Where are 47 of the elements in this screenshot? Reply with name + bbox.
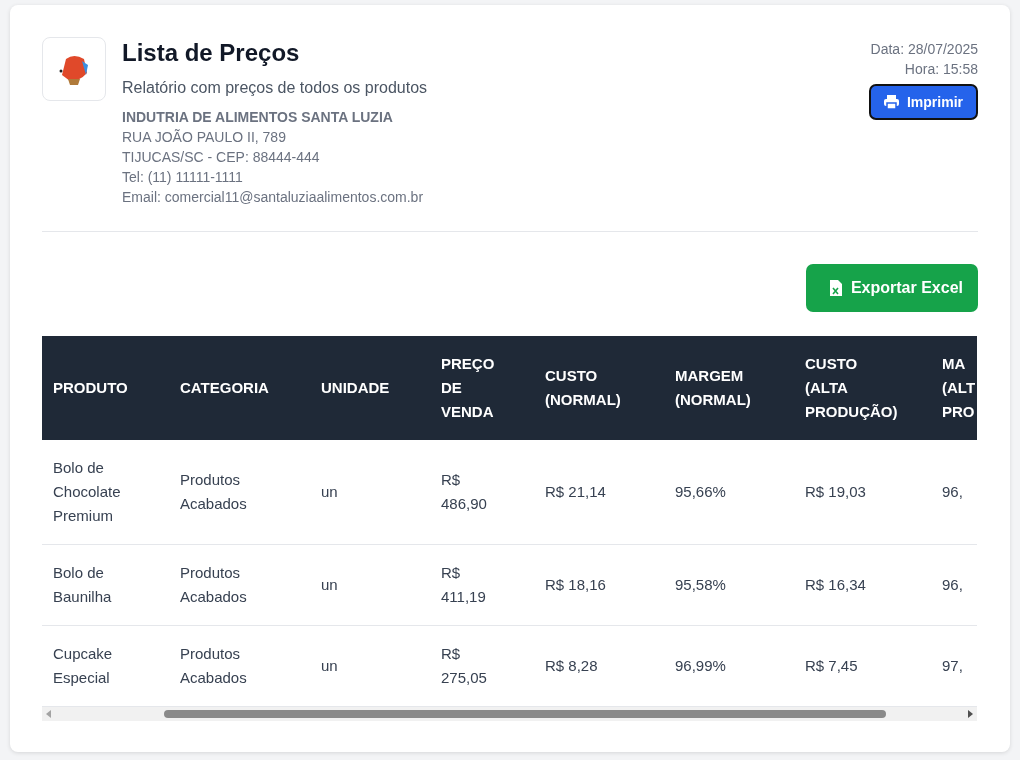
table-cell-text: 96, <box>942 482 963 502</box>
table-cell-text: R$ 18,16 <box>545 575 606 595</box>
printer-icon <box>884 95 899 109</box>
excel-file-icon <box>829 280 842 296</box>
report-subtitle: Relatório com preços de todos os produtos <box>122 79 429 97</box>
report-date: Data: 28/07/2025 <box>870 40 978 59</box>
column-header: UNIDADE <box>321 378 390 398</box>
table-cell-text: Produtos Acabados <box>180 470 248 514</box>
report-time: Hora: 15:58 <box>904 60 978 79</box>
table-cell-text: 97, <box>942 656 963 676</box>
company-info-line: Tel: (11) 11111-1111 <box>122 168 244 187</box>
table-cell-text: R$ 19,03 <box>805 482 866 502</box>
table-cell-text: Produtos Acabados <box>180 563 248 607</box>
table-cell-text: R$ 275,05 <box>441 644 488 688</box>
table-cell-text: un <box>321 482 338 502</box>
column-header: PRODUTO <box>53 378 128 398</box>
company-info-line: Email: comercial11@santaluziaalimentos.com.br <box>122 188 425 207</box>
print-button[interactable]: Imprimir <box>869 84 978 120</box>
table-cell-text: un <box>321 656 338 676</box>
table-cell-text: Produtos Acabados <box>180 644 248 688</box>
table-cell-text: un <box>321 575 338 595</box>
table-cell-text: R$ 21,14 <box>545 482 606 502</box>
table-cell-text: 96, <box>942 575 963 595</box>
column-header: MA (ALT PRO <box>942 354 977 422</box>
table-cell-text: Bolo de Chocolate Premium <box>53 458 122 526</box>
column-header: PREÇO DE VENDA <box>441 354 496 422</box>
company-info-line: TIJUCAS/SC - CEP: 88444-444 <box>122 148 321 167</box>
table-cell-text: Bolo de Baunilha <box>53 563 113 607</box>
table-cell-text: 96,99% <box>675 656 726 676</box>
table-cell-text: R$ 486,90 <box>441 470 488 514</box>
report-title: Lista de Preços <box>122 39 301 67</box>
column-header: MARGEM (NORMAL) <box>675 366 752 410</box>
company-info-line: INDUTRIA DE ALIMENTOS SANTA LUZIA <box>122 108 394 127</box>
export-excel-button[interactable]: Exportar Excel <box>805 264 978 312</box>
table-cell-text: R$ 16,34 <box>805 575 866 595</box>
company-info-line: RUA JOÃO PAULO II, 789 <box>122 128 287 147</box>
column-header: CATEGORIA <box>180 378 269 398</box>
logo-icon <box>42 37 106 101</box>
table-cell-text: R$ 7,45 <box>805 656 858 676</box>
column-header: CUSTO (ALTA PRODUÇÃO) <box>805 354 899 422</box>
table-cell-text: 95,58% <box>675 575 726 595</box>
table-cell-text: 95,66% <box>675 482 726 502</box>
column-header: CUSTO (NORMAL) <box>545 366 622 410</box>
table-cell-text: Cupcake Especial <box>53 644 114 688</box>
horizontal-scrollbar[interactable] <box>42 707 977 721</box>
table-cell-text: R$ 411,19 <box>441 563 487 607</box>
table-cell-text: R$ 8,28 <box>545 656 598 676</box>
